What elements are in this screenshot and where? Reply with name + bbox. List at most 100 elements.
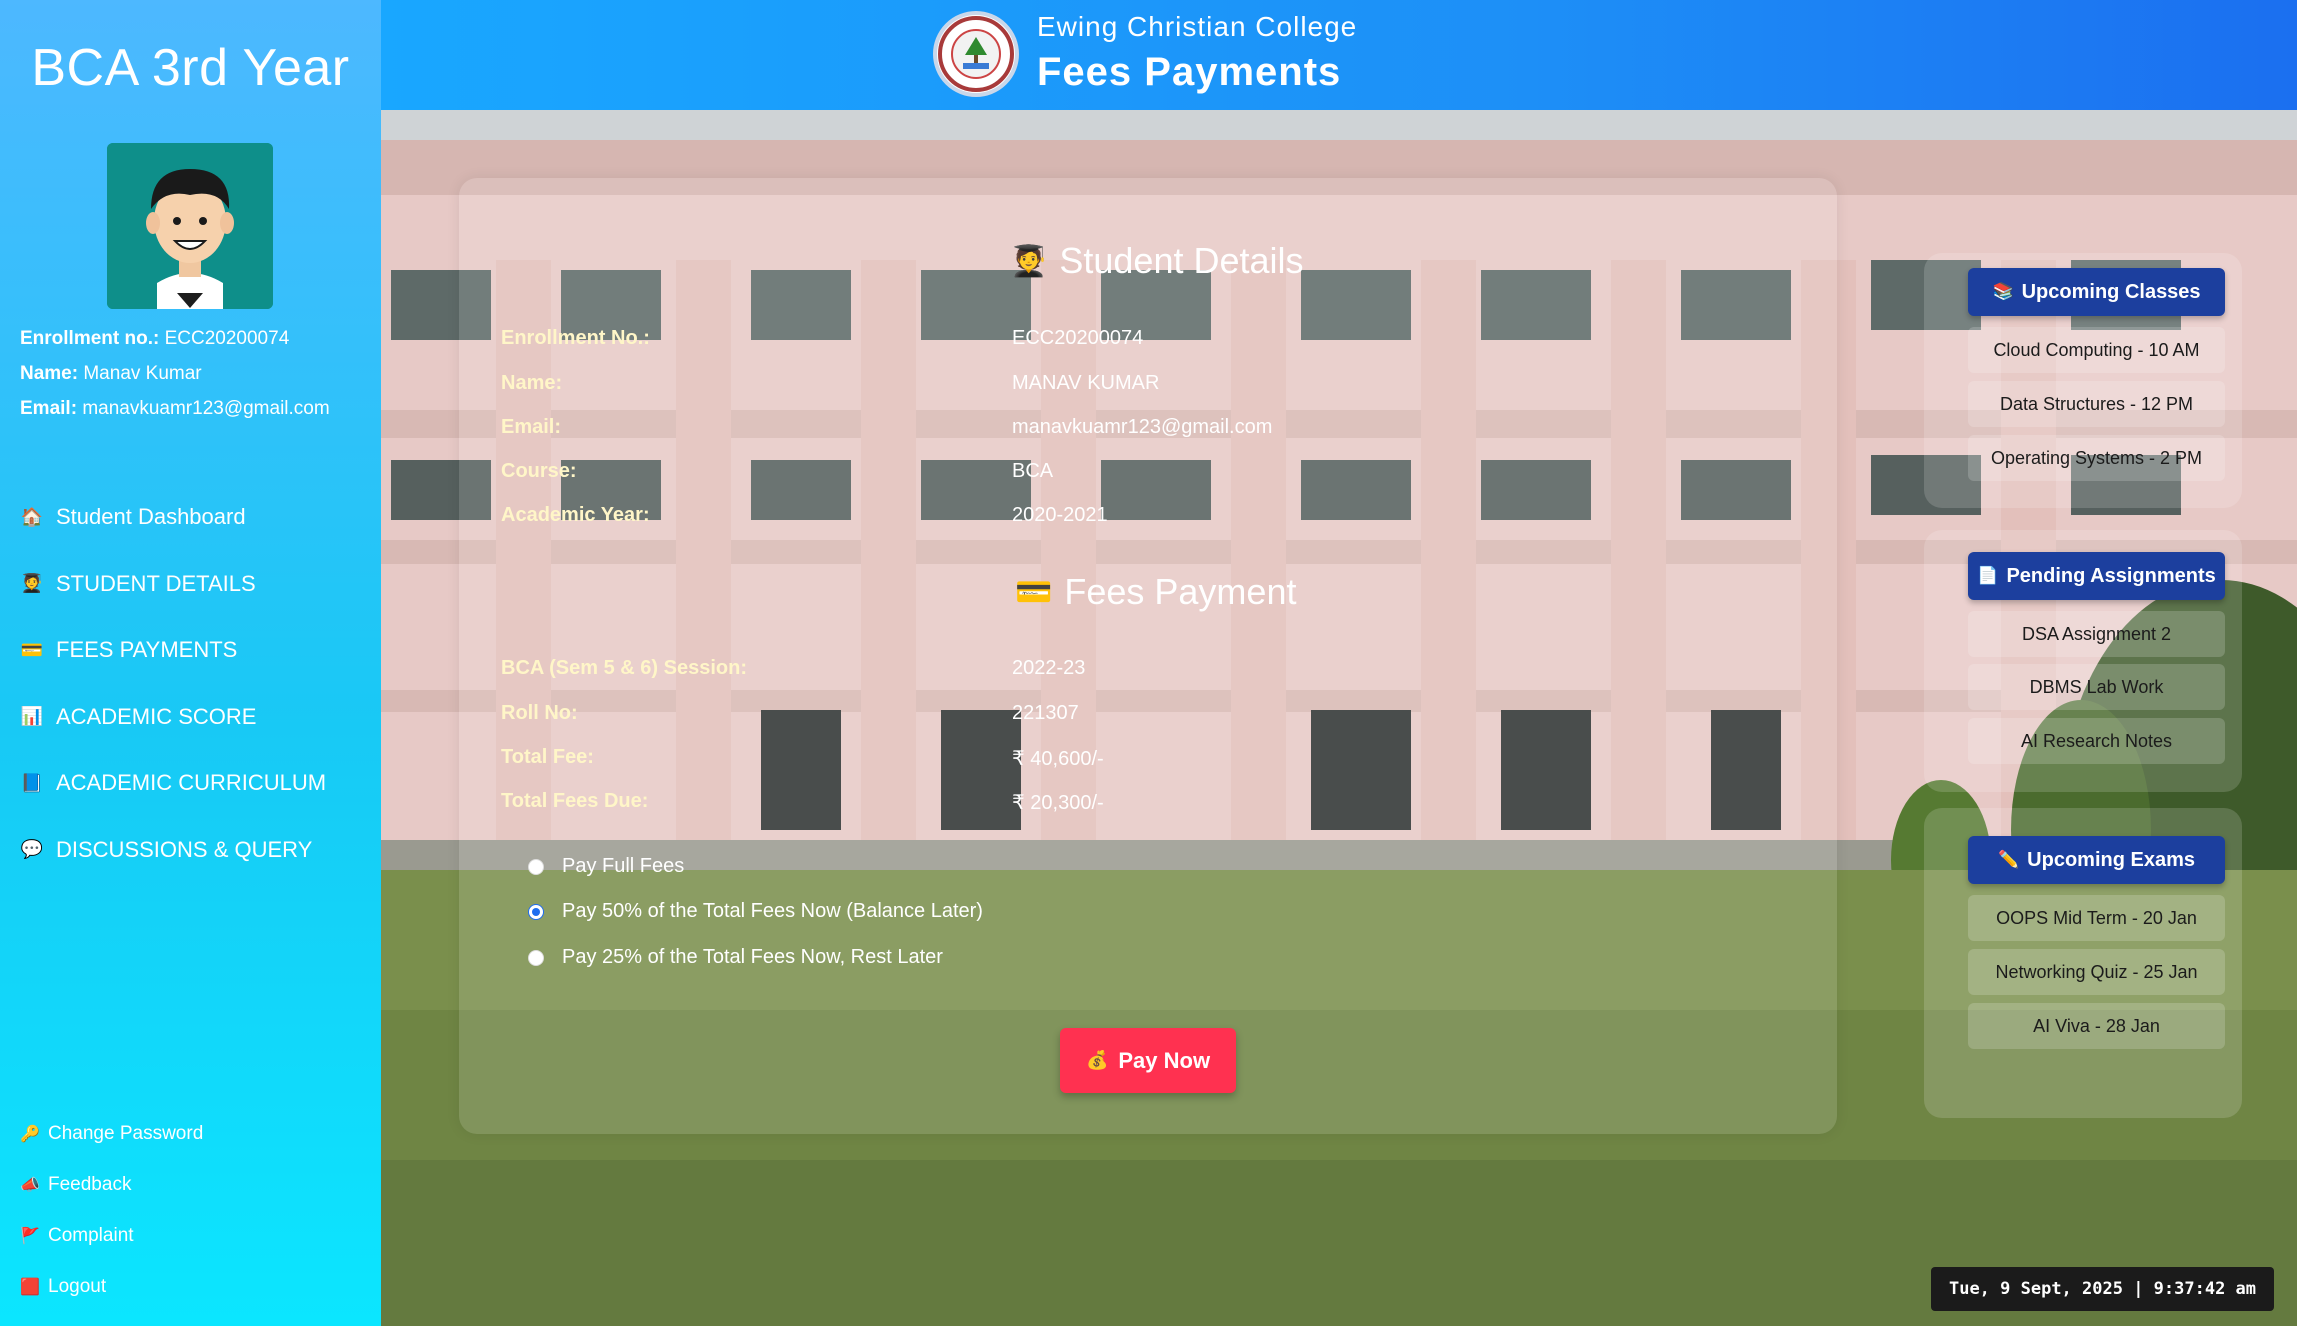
academic-year-row-value: 2020-2021: [1012, 504, 1108, 526]
exam-item: OOPS Mid Term - 20 Jan: [1968, 895, 2225, 941]
change-password-link[interactable]: 🔑 Change Password: [18, 1108, 368, 1159]
nav-label: DISCUSSIONS & QUERY: [56, 836, 313, 862]
sidebar-title: BCA 3rd Year: [31, 39, 350, 97]
course-row-label: Course:: [501, 460, 577, 482]
complaint-link[interactable]: 🚩 Complaint: [18, 1210, 368, 1261]
assignment-item: DBMS Lab Work: [1968, 664, 2225, 710]
megaphone-icon: 📣: [20, 1176, 40, 1194]
fees-due-row-label: Total Fees Due:: [501, 790, 649, 812]
credit-card-icon: 💳: [1015, 575, 1053, 609]
books-icon: 📚: [1992, 282, 2014, 301]
session-row-label: BCA (Sem 5 & 6) Session:: [501, 657, 747, 679]
pay-25-radio[interactable]: [528, 949, 544, 966]
feedback-link[interactable]: 📣 Feedback: [18, 1159, 368, 1210]
logout-link[interactable]: 🟥 Logout: [18, 1261, 368, 1312]
total-fee-row-value: ₹ 40,600/-: [1012, 748, 1104, 770]
pencil-icon: ✏️: [1998, 850, 2020, 869]
student-icon: 🧑‍🎓: [1010, 244, 1048, 278]
bottom-label: Feedback: [48, 1173, 132, 1195]
page-title: Fees Payments: [1037, 50, 1342, 94]
logout-icon: 🟥: [20, 1278, 40, 1296]
name-info: Name: Manav Kumar: [20, 356, 330, 391]
exam-item: AI Viva - 28 Jan: [1968, 1003, 2225, 1049]
pay-25-label: Pay 25% of the Total Fees Now, Rest Late…: [562, 946, 943, 968]
datetime-display: Tue, 9 Sept, 2025 | 9:37:42 am: [1931, 1267, 2274, 1311]
upcoming-exams-header: ✏️ Upcoming Exams: [1968, 836, 2225, 884]
assignment-item: AI Research Notes: [1968, 718, 2225, 764]
sidebar-nav: 🏠 Student Dashboard 🧑‍🎓 STUDENT DETAILS …: [18, 484, 368, 883]
assignment-item: DSA Assignment 2: [1968, 611, 2225, 657]
bar-chart-icon: 📊: [20, 706, 44, 727]
college-logo-icon: [933, 11, 1019, 97]
sidebar: BCA 3rd Year Enrollment no.: ECC20200074…: [0, 0, 381, 1326]
class-item: Cloud Computing - 10 AM: [1968, 327, 2225, 373]
fees-due-row-value: ₹ 20,300/-: [1012, 792, 1104, 814]
pay-full-label: Pay Full Fees: [562, 855, 685, 877]
enrollment-label: Enrollment no.:: [20, 328, 160, 349]
name-row-value: MANAV KUMAR: [1012, 372, 1160, 394]
pay-50-label: Pay 50% of the Total Fees Now (Balance L…: [562, 900, 983, 922]
nav-label: ACADEMIC SCORE: [56, 703, 257, 729]
email-row-label: Email:: [501, 416, 562, 438]
nav-student-dashboard[interactable]: 🏠 Student Dashboard: [18, 484, 368, 551]
upcoming-classes-header: 📚 Upcoming Classes: [1968, 268, 2225, 316]
nav-label: FEES PAYMENTS: [56, 637, 238, 663]
fees-payment-heading: 💳 Fees Payment: [1015, 571, 1296, 613]
name-row-label: Name:: [501, 372, 563, 394]
pending-assignments-title: Pending Assignments: [2006, 564, 2216, 587]
enrollment-value: ECC20200074: [164, 328, 290, 349]
flag-icon: 🚩: [20, 1227, 40, 1245]
bottom-label: Logout: [48, 1275, 107, 1297]
bottom-label: Complaint: [48, 1224, 134, 1246]
exam-item: Networking Quiz - 25 Jan: [1968, 949, 2225, 995]
nav-student-details[interactable]: 🧑‍🎓 STUDENT DETAILS: [18, 551, 368, 618]
book-icon: 📘: [20, 772, 44, 793]
pay-25-option[interactable]: Pay 25% of the Total Fees Now, Rest Late…: [528, 946, 943, 969]
email-row-value: manavkuamr123@gmail.com: [1012, 416, 1273, 438]
total-fee-row-label: Total Fee:: [501, 746, 594, 768]
roll-row-value: 221307: [1012, 702, 1079, 724]
roll-row-label: Roll No:: [501, 702, 578, 724]
pay-50-radio[interactable]: [528, 903, 544, 920]
credit-card-icon: 💳: [20, 639, 44, 660]
name-value: Manav Kumar: [83, 363, 202, 384]
pay-now-label: Pay Now: [1118, 1047, 1211, 1073]
class-item: Data Structures - 12 PM: [1968, 381, 2225, 427]
pay-now-button[interactable]: 💰 Pay Now: [1060, 1028, 1236, 1093]
sidebar-bottom-nav: 🔑 Change Password 📣 Feedback 🚩 Complaint…: [18, 1108, 368, 1312]
nav-label: Student Dashboard: [56, 504, 246, 530]
email-value: manavkuamr123@gmail.com: [82, 398, 330, 419]
name-label: Name:: [20, 363, 79, 384]
house-icon: 🏠: [20, 506, 44, 527]
academic-year-row-label: Academic Year:: [501, 504, 650, 526]
session-row-value: 2022-23: [1012, 657, 1086, 679]
pay-50-option[interactable]: Pay 50% of the Total Fees Now (Balance L…: [528, 900, 983, 923]
nav-discussions-query[interactable]: 💬 DISCUSSIONS & QUERY: [18, 817, 368, 884]
nav-academic-curriculum[interactable]: 📘 ACADEMIC CURRICULUM: [18, 750, 368, 817]
enrollment-row-label: Enrollment No.:: [501, 327, 650, 349]
speech-bubble-icon: 💬: [20, 839, 44, 860]
key-icon: 🔑: [20, 1125, 40, 1143]
upcoming-exams-title: Upcoming Exams: [2027, 848, 2195, 871]
bottom-label: Change Password: [48, 1122, 204, 1144]
pending-assignments-header: 📄 Pending Assignments: [1968, 552, 2225, 600]
nav-label: ACADEMIC CURRICULUM: [56, 770, 327, 796]
student-info: Enrollment no.: ECC20200074 Name: Manav …: [20, 321, 330, 426]
nav-fees-payments[interactable]: 💳 FEES PAYMENTS: [18, 617, 368, 684]
student-details-heading: 🧑‍🎓 Student Details: [1010, 240, 1304, 282]
upcoming-classes-title: Upcoming Classes: [2021, 280, 2201, 303]
enrollment-info: Enrollment no.: ECC20200074: [20, 321, 330, 356]
student-details-title: Student Details: [1059, 240, 1304, 281]
college-name: Ewing Christian College: [1037, 11, 1358, 42]
fees-payment-title: Fees Payment: [1064, 571, 1297, 612]
pay-full-radio[interactable]: [528, 858, 544, 875]
avatar: [107, 143, 273, 309]
class-item: Operating Systems - 2 PM: [1968, 435, 2225, 481]
pay-full-option[interactable]: Pay Full Fees: [528, 855, 684, 878]
fees-card: [459, 178, 1837, 1134]
money-bag-icon: 💰: [1085, 1050, 1109, 1070]
email-info: Email: manavkuamr123@gmail.com: [20, 391, 330, 426]
student-icon: 🧑‍🎓: [20, 573, 44, 594]
nav-academic-score[interactable]: 📊 ACADEMIC SCORE: [18, 684, 368, 751]
email-label: Email:: [20, 398, 78, 419]
